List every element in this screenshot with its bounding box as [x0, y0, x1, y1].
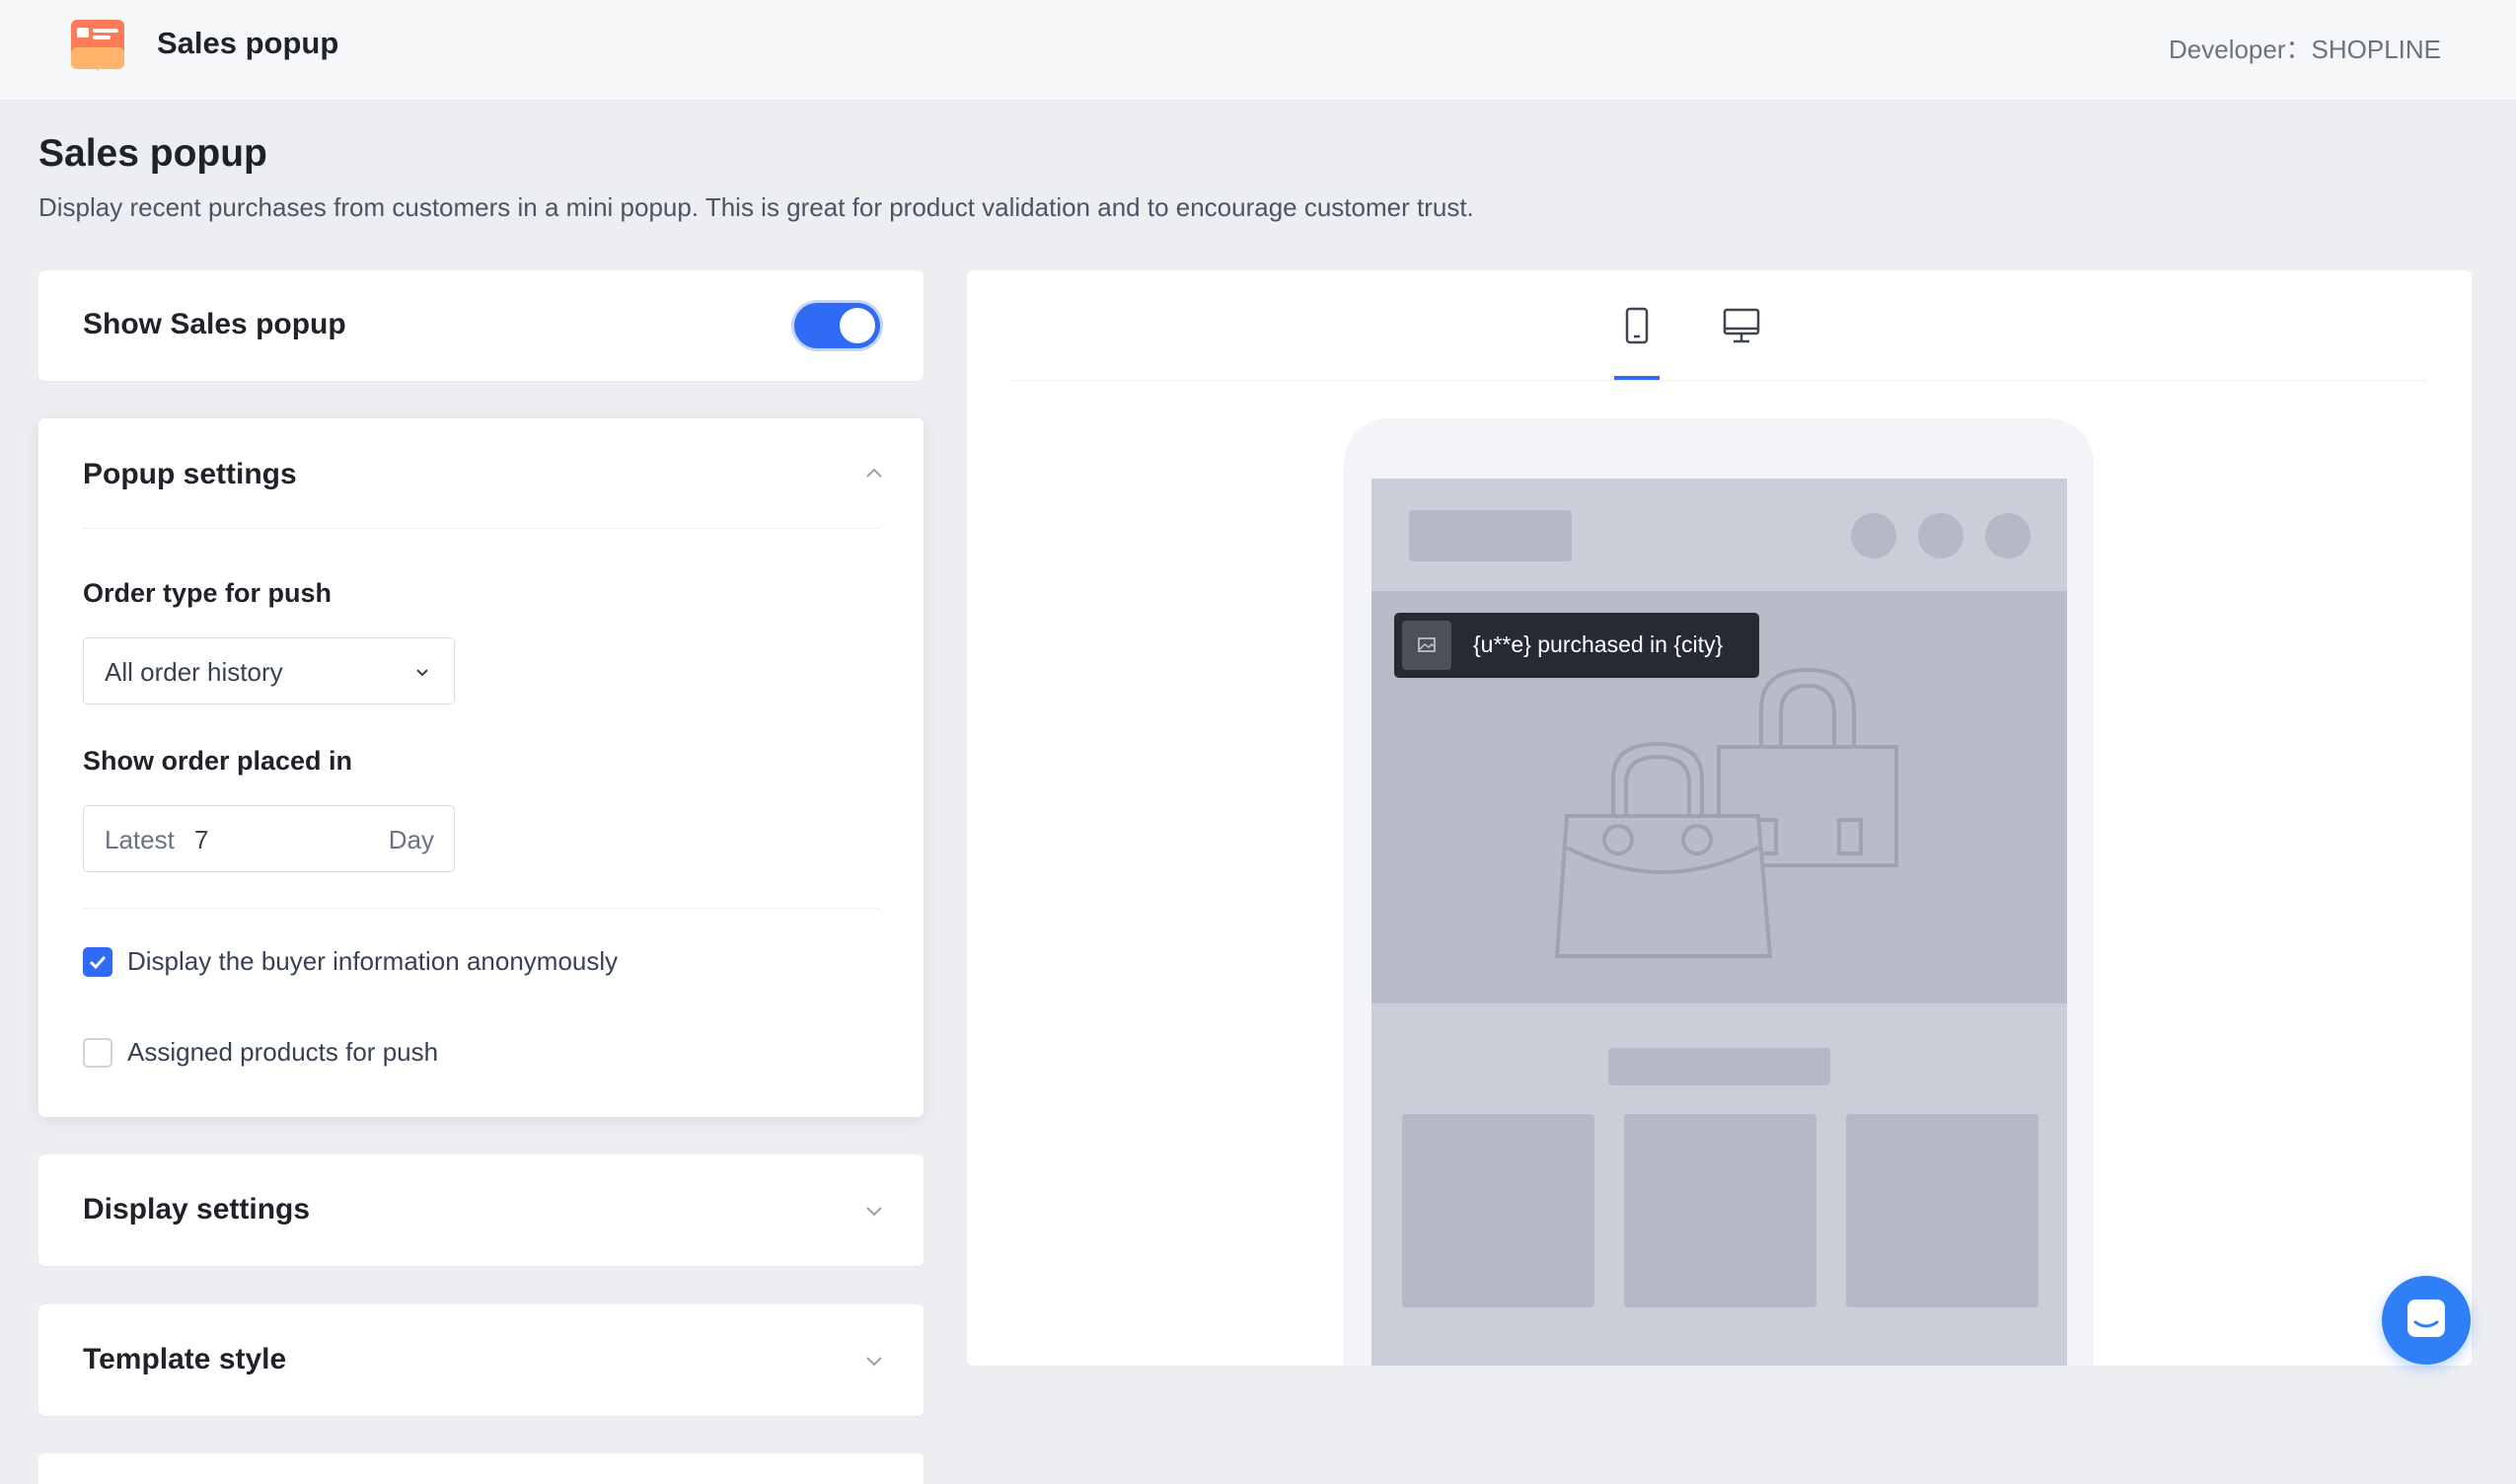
next-settings-card[interactable] [38, 1453, 924, 1484]
display-settings-title[interactable]: Display settings [83, 1193, 310, 1226]
preview-panel: {u**e} purchased in {city} [967, 270, 2472, 1366]
order-type-value: All order history [105, 657, 283, 687]
show-order-label: Show order placed in [83, 746, 353, 776]
section-divider [83, 528, 879, 529]
sales-popup-toast: {u**e} purchased in {city} [1394, 613, 1759, 678]
sales-popup-app-icon [71, 20, 124, 71]
template-style-card[interactable]: Template style [38, 1304, 924, 1416]
assigned-products-checkbox[interactable] [83, 1038, 112, 1068]
order-type-select[interactable]: All order history [83, 637, 455, 705]
mobile-icon[interactable] [1612, 302, 1662, 351]
display-settings-card[interactable]: Display settings [38, 1154, 924, 1266]
app-title: Sales popup [157, 26, 339, 60]
placeholder-icon [1985, 513, 2031, 558]
placeholder-icon [1918, 513, 1963, 558]
page-description: Display recent purchases from customers … [38, 192, 1474, 222]
order-type-label: Order type for push [83, 578, 333, 608]
anonymous-checkbox[interactable] [83, 947, 112, 977]
chevron-down-icon[interactable] [862, 1199, 886, 1223]
placeholder-product [1624, 1114, 1816, 1307]
chevron-up-icon[interactable] [862, 462, 886, 485]
check-icon [89, 955, 107, 970]
show-popup-toggle[interactable] [794, 303, 880, 348]
chat-support-button[interactable] [2382, 1276, 2471, 1365]
placeholder-product [1846, 1114, 2038, 1307]
chat-icon [2407, 1299, 2445, 1337]
latest-prefix: Latest [105, 825, 175, 854]
placeholder-logo [1409, 510, 1572, 561]
desktop-icon[interactable] [1717, 302, 1766, 351]
top-bar: Sales popup Developer：SHOPLINE [0, 0, 2516, 101]
store-preview-screen [1371, 479, 2067, 1366]
section-divider [83, 908, 879, 909]
page-title: Sales popup [38, 132, 267, 175]
latest-days-input[interactable]: Latest 7 Day [83, 805, 455, 872]
show-popup-label: Show Sales popup [83, 308, 346, 340]
image-icon [1418, 637, 1436, 652]
preview-divider [1011, 380, 2427, 381]
template-style-title[interactable]: Template style [83, 1343, 286, 1376]
placeholder-heading [1608, 1048, 1830, 1085]
chevron-down-icon [416, 669, 428, 677]
placeholder-icon [1851, 513, 1896, 558]
popup-settings-title[interactable]: Popup settings [83, 458, 297, 491]
product-image-placeholder [1402, 621, 1451, 670]
toggle-knob [840, 308, 875, 343]
show-popup-card: Show Sales popup [38, 270, 924, 381]
day-suffix: Day [388, 825, 434, 854]
chevron-down-icon[interactable] [862, 1349, 886, 1373]
assigned-products-label[interactable]: Assigned products for push [127, 1037, 438, 1068]
latest-value[interactable]: 7 [194, 825, 208, 855]
developer-label: Developer：SHOPLINE [2169, 35, 2441, 64]
popup-settings-card: Popup settings Order type for push All o… [38, 418, 924, 1117]
anonymous-label[interactable]: Display the buyer information anonymousl… [127, 946, 618, 977]
placeholder-product [1402, 1114, 1594, 1307]
toast-text: {u**e} purchased in {city} [1473, 631, 1724, 657]
